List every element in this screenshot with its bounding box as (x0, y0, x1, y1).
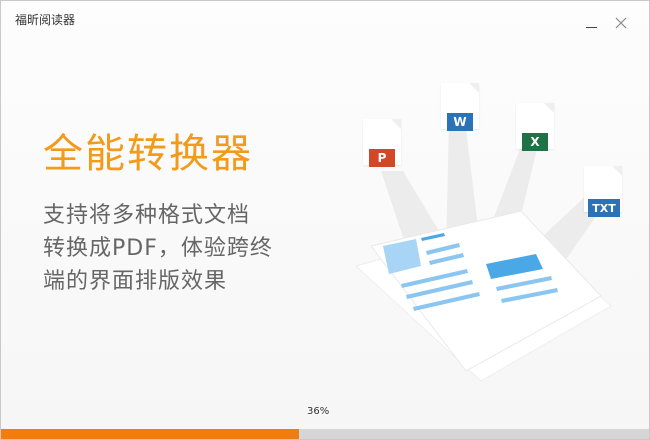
minimize-button[interactable] (583, 15, 599, 31)
headline: 全能转换器 (43, 131, 253, 177)
minimize-icon (585, 26, 597, 28)
word-file-card: W (441, 83, 479, 131)
txt-format-badge: TXT (588, 199, 620, 217)
ppt-format-badge: P (369, 149, 395, 167)
progress-bar (1, 429, 649, 439)
excel-file-card: X (516, 103, 554, 151)
ppt-file-card: P (363, 119, 401, 167)
progress-percentage: 36% (307, 406, 330, 417)
installer-window: 福昕阅读器 全能转换器 支持将多种格式文档 转换成PDF，体验跨终 端的界面排版… (0, 0, 650, 440)
word-format-badge: W (447, 113, 473, 131)
description: 支持将多种格式文档 转换成PDF，体验跨终 端的界面排版效果 (43, 199, 293, 298)
description-line: 支持将多种格式文档 (43, 203, 251, 228)
close-button[interactable] (613, 15, 629, 31)
window-title: 福昕阅读器 (15, 13, 76, 27)
conversion-illustration: P W X TXT (341, 81, 641, 401)
excel-format-badge: X (522, 133, 548, 151)
close-icon (615, 17, 627, 29)
txt-file-card: TXT (584, 166, 622, 217)
description-line: 转换成PDF，体验跨终 (43, 236, 273, 261)
progress-fill (1, 429, 300, 439)
description-line: 端的界面排版效果 (43, 269, 228, 294)
